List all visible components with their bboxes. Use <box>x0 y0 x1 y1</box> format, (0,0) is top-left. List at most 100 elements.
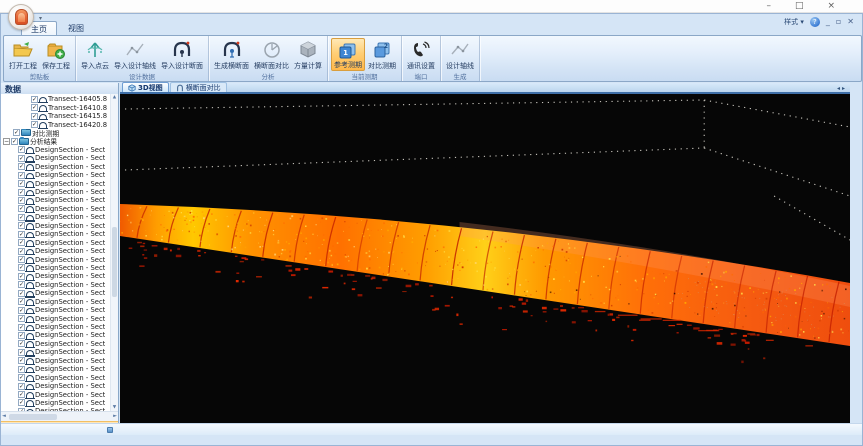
tree-item-design-section[interactable]: ✓DesignSection - Sect <box>1 348 118 356</box>
checkbox[interactable]: ✓ <box>31 113 38 120</box>
app-close-icon[interactable]: ✕ <box>847 18 854 26</box>
checkbox[interactable]: ✓ <box>18 248 25 255</box>
checkbox[interactable]: ✓ <box>18 357 25 364</box>
tab-nav-arrows[interactable]: ◂▸ <box>837 85 847 92</box>
checkbox[interactable]: ✓ <box>18 163 25 170</box>
ribbon-button-design-axis[interactable]: 设计轴线 <box>444 38 476 71</box>
help-icon[interactable]: ? <box>810 17 820 27</box>
checkbox[interactable]: ✓ <box>18 383 25 390</box>
tree-item-design-section[interactable]: ✓DesignSection - Sect <box>1 213 118 221</box>
ribbon-button-import-axis[interactable]: 导入设计轴线 <box>112 38 158 71</box>
tree-item-design-section[interactable]: ✓DesignSection - Sect <box>1 323 118 331</box>
scroll-up-icon[interactable]: ▲ <box>111 95 118 100</box>
tree-item-design-section[interactable]: ✓DesignSection - Sect <box>1 272 118 280</box>
tree-vertical-scrollbar[interactable]: ▲▼ <box>110 94 118 411</box>
ribbon-button-open-project[interactable]: 打开工程 <box>7 38 39 71</box>
app-minimize-icon[interactable]: _ <box>826 18 830 26</box>
tree-item-design-section[interactable]: ✓DesignSection - Sect <box>1 196 118 204</box>
checkbox[interactable]: ✓ <box>18 264 25 271</box>
checkbox[interactable]: ✓ <box>31 104 38 111</box>
checkbox[interactable]: ✓ <box>18 315 25 322</box>
scroll-left-icon[interactable]: ◄ <box>2 413 6 419</box>
tree-item-transect[interactable]: ✓Transect-16405.8 <box>1 95 118 103</box>
tree-item-design-section[interactable]: ✓DesignSection - Sect <box>1 399 118 407</box>
checkbox[interactable]: ✓ <box>18 180 25 187</box>
vscroll-thumb[interactable] <box>112 227 117 297</box>
checkbox[interactable]: ✓ <box>18 189 25 196</box>
tree-item-design-section[interactable]: ✓DesignSection - Sect <box>1 205 118 213</box>
checkbox[interactable]: ✓ <box>18 231 25 238</box>
hscroll-thumb[interactable] <box>9 414 57 420</box>
scroll-right-icon[interactable]: ► <box>113 413 117 419</box>
checkbox[interactable]: ✓ <box>18 222 25 229</box>
tree-item-design-section[interactable]: ✓DesignSection - Sect <box>1 382 118 390</box>
tree-horizontal-scrollbar[interactable]: ◄ ► <box>1 411 118 421</box>
style-menu[interactable]: 样式 ▾ <box>784 17 804 27</box>
ribbon-button-section-compare[interactable]: 横断面对比 <box>252 38 291 71</box>
tree-item-design-section[interactable]: ✓DesignSection - Sect <box>1 357 118 365</box>
checkbox[interactable]: ✓ <box>18 214 25 221</box>
ribbon-button-reference-epoch[interactable]: 1参考测期 <box>331 38 365 71</box>
checkbox[interactable]: ✓ <box>18 281 25 288</box>
tree-item-design-section[interactable]: ✓DesignSection - Sect <box>1 255 118 263</box>
tree-item-design-section[interactable]: ✓DesignSection - Sect <box>1 247 118 255</box>
tree-item-design-section[interactable]: ✓DesignSection - Sect <box>1 373 118 381</box>
tree-item-design-section[interactable]: ✓DesignSection - Sect <box>1 264 118 272</box>
checkbox[interactable]: ✓ <box>18 307 25 314</box>
tree-item-design-section[interactable]: ✓DesignSection - Sect <box>1 298 118 306</box>
viewport-3d[interactable] <box>120 94 850 435</box>
quick-access-caret-icon[interactable]: ▾ <box>39 15 42 22</box>
ribbon-button-generate-section[interactable]: 生成横断面 <box>212 38 251 71</box>
tree-item-design-section[interactable]: ✓DesignSection - Sect <box>1 340 118 348</box>
os-close-icon[interactable]: × <box>827 2 835 11</box>
tree-item-design-section[interactable]: ✓DesignSection - Sect <box>1 289 118 297</box>
checkbox[interactable]: ✓ <box>18 239 25 246</box>
checkbox[interactable]: ✓ <box>31 96 38 103</box>
checkbox[interactable]: ✓ <box>18 349 25 356</box>
ribbon-button-volume-calc[interactable]: 方量计算 <box>292 38 324 71</box>
checkbox[interactable]: ✓ <box>18 290 25 297</box>
checkbox[interactable]: ✓ <box>18 340 25 347</box>
collapse-icon[interactable]: − <box>3 138 10 145</box>
scroll-down-icon[interactable]: ▼ <box>111 405 118 410</box>
checkbox[interactable]: ✓ <box>11 138 18 145</box>
tree-item-design-section[interactable]: ✓DesignSection - Sect <box>1 146 118 154</box>
tree-item-design-section[interactable]: ✓DesignSection - Sect <box>1 314 118 322</box>
ribbon-button-compare-epoch[interactable]: 2对比测期 <box>366 38 398 71</box>
checkbox[interactable]: ✓ <box>18 146 25 153</box>
os-minimize-icon[interactable]: – <box>766 2 771 11</box>
app-restore-icon[interactable]: ▫ <box>836 18 841 26</box>
tree-item-design-section[interactable]: ✓DesignSection - Sect <box>1 238 118 246</box>
app-menu-orb[interactable] <box>8 4 34 30</box>
checkbox[interactable]: ✓ <box>18 366 25 373</box>
checkbox[interactable]: ✓ <box>18 172 25 179</box>
tree-item-design-section[interactable]: ✓DesignSection - Sect <box>1 365 118 373</box>
checkbox[interactable]: ✓ <box>18 298 25 305</box>
tree-item-design-section[interactable]: ✓DesignSection - Sect <box>1 306 118 314</box>
checkbox[interactable]: ✓ <box>18 197 25 204</box>
os-maximize-icon[interactable]: □ <box>795 2 804 11</box>
tree-item-transect[interactable]: ✓Transect-16415.8 <box>1 112 118 120</box>
ribbon-button-import-section[interactable]: 导入设计断面 <box>159 38 205 71</box>
checkbox[interactable]: ✓ <box>18 256 25 263</box>
ribbon-tab-view[interactable]: 视图 <box>59 21 93 35</box>
tree-item-design-section[interactable]: ✓DesignSection - Sect <box>1 171 118 179</box>
tree-item-design-section[interactable]: ✓DesignSection - Sect <box>1 222 118 230</box>
tab-nav-right-icon[interactable]: ▸ <box>842 85 847 92</box>
doc-tab-section-compare[interactable]: 横断面对比 <box>170 82 227 92</box>
doc-tab-3d-view[interactable]: 3D视图 <box>122 82 169 92</box>
checkbox[interactable]: ✓ <box>18 324 25 331</box>
tree-item-transect[interactable]: ✓Transect-16420.8 <box>1 120 118 128</box>
tree-item-design-section[interactable]: ✓DesignSection - Sect <box>1 331 118 339</box>
checkbox[interactable]: ✓ <box>18 391 25 398</box>
tree-item-design-section[interactable]: ✓DesignSection - Sect <box>1 281 118 289</box>
checkbox[interactable]: ✓ <box>18 273 25 280</box>
ribbon-button-comm-settings[interactable]: 通讯设置 <box>405 38 437 71</box>
checkbox[interactable]: ✓ <box>18 332 25 339</box>
tree-item-result-folder[interactable]: −✓分析结果 <box>1 137 118 145</box>
tree-item-compare-folder[interactable]: ✓对比测期 <box>1 129 118 137</box>
ribbon-button-save-project[interactable]: 保存工程 <box>40 38 72 71</box>
checkbox[interactable]: ✓ <box>18 374 25 381</box>
checkbox[interactable]: ✓ <box>31 121 38 128</box>
tree-item-design-section[interactable]: ✓DesignSection - Sect <box>1 188 118 196</box>
